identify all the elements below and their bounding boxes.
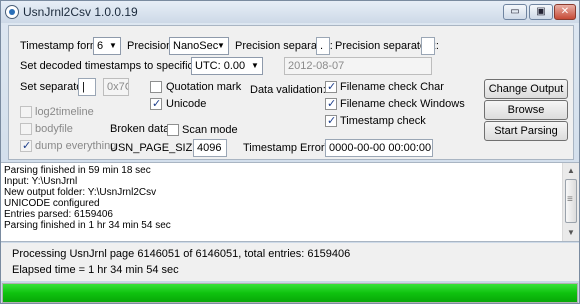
chevron-down-icon: ▼ [109, 41, 117, 50]
timestamp-format-select[interactable]: 6 ▼ [93, 37, 121, 55]
region-select[interactable]: UTC: 0.00 ▼ [191, 57, 263, 75]
title-bar[interactable]: UsnJrnl2Csv 1.0.0.19 ▭ ▣ ✕ [1, 1, 579, 23]
maximize-button[interactable]: ▣ [529, 4, 553, 20]
timestamp-check-checkbox[interactable] [325, 114, 337, 127]
log-line: UNICODE configured [4, 198, 100, 209]
bodyfile-label: bodyfile [35, 123, 73, 135]
app-icon [5, 5, 19, 19]
quotation-mark-checkbox[interactable] [150, 81, 162, 93]
filename-check-char-label: Filename check Char [340, 81, 444, 93]
scroll-up-icon[interactable]: ▲ [565, 165, 577, 177]
log2timeline-label: log2timeline [35, 106, 94, 118]
timestamp-errorval-input[interactable]: 0000-00-00 00:00:00 [325, 139, 433, 157]
data-validation-label: Data validation: [250, 84, 326, 96]
chevron-down-icon: ▼ [217, 41, 225, 50]
change-output-button[interactable]: Change Output [484, 79, 568, 99]
unicode-checkbox[interactable] [150, 97, 162, 110]
precision-select[interactable]: NanoSec ▼ [169, 37, 229, 55]
chevron-down-icon: ▼ [251, 61, 259, 70]
broken-data-label: Broken data: [110, 123, 173, 135]
minimize-button[interactable]: ▭ [503, 4, 527, 20]
log-line: Parsing finished in 59 min 18 sec [4, 165, 151, 176]
filename-check-windows-checkbox[interactable] [325, 97, 337, 110]
usn-page-size-input[interactable]: 4096 [193, 139, 227, 157]
log-line: Parsing finished in 1 hr 34 min 54 sec [4, 220, 171, 231]
log2timeline-checkbox[interactable] [20, 106, 32, 118]
separator-hex-field: 0x7C [103, 78, 129, 96]
example-timestamp-field: 2012-08-07 15:41:16.4389560 [284, 57, 432, 75]
status-area: Processing UsnJrnl page 6146051 of 61460… [1, 243, 579, 281]
timestamp-check-label: Timestamp check [340, 115, 426, 127]
progress-bar [2, 283, 578, 303]
window-title: UsnJrnl2Csv 1.0.0.19 [23, 5, 138, 19]
close-button[interactable]: ✕ [554, 4, 576, 20]
bodyfile-checkbox[interactable] [20, 123, 32, 135]
quotation-mark-label: Quotation mark [166, 81, 242, 93]
scroll-down-icon[interactable]: ▼ [565, 227, 577, 239]
usn-page-size-label: USN_PAGE_SIZE: [110, 142, 203, 154]
scan-mode-label: Scan mode [182, 124, 238, 136]
log-line: Input: Y:\UsnJrnl [4, 176, 78, 187]
dump-everything-label: dump everything [35, 140, 117, 152]
dump-everything-checkbox[interactable] [20, 139, 32, 152]
filename-check-windows-label: Filename check Windows [340, 98, 465, 110]
start-parsing-button[interactable]: Start Parsing [484, 121, 568, 141]
log-scrollbar[interactable]: ▲ ▼ [562, 163, 579, 241]
log-output[interactable]: Parsing finished in 59 min 18 sec Input: … [1, 162, 579, 242]
app-window: UsnJrnl2Csv 1.0.0.19 ▭ ▣ ✕ Timestamp for… [0, 0, 580, 304]
status-elapsed-text: Elapsed time = 1 hr 34 min 54 sec [12, 264, 179, 276]
log-line: New output folder: Y:\UsnJrnl2Csv [4, 187, 157, 198]
log-line: Entries parsed: 6159406 [4, 209, 113, 220]
settings-panel: Timestamp format: 6 ▼ Precision: NanoSec… [8, 25, 574, 160]
precision-separator-input[interactable]: . [316, 37, 330, 55]
filename-check-char-checkbox[interactable] [325, 80, 337, 93]
precision-separator2-input[interactable] [421, 37, 435, 55]
unicode-label: Unicode [166, 98, 207, 110]
scan-mode-checkbox[interactable] [167, 124, 179, 136]
progress-fill [3, 284, 577, 302]
separator-input[interactable]: | [78, 78, 96, 96]
status-processing-text: Processing UsnJrnl page 6146051 of 61460… [12, 248, 351, 260]
browse-usnjrnl-button[interactable]: Browse $UsnJrnl [484, 100, 568, 134]
scroll-thumb[interactable] [565, 179, 577, 223]
